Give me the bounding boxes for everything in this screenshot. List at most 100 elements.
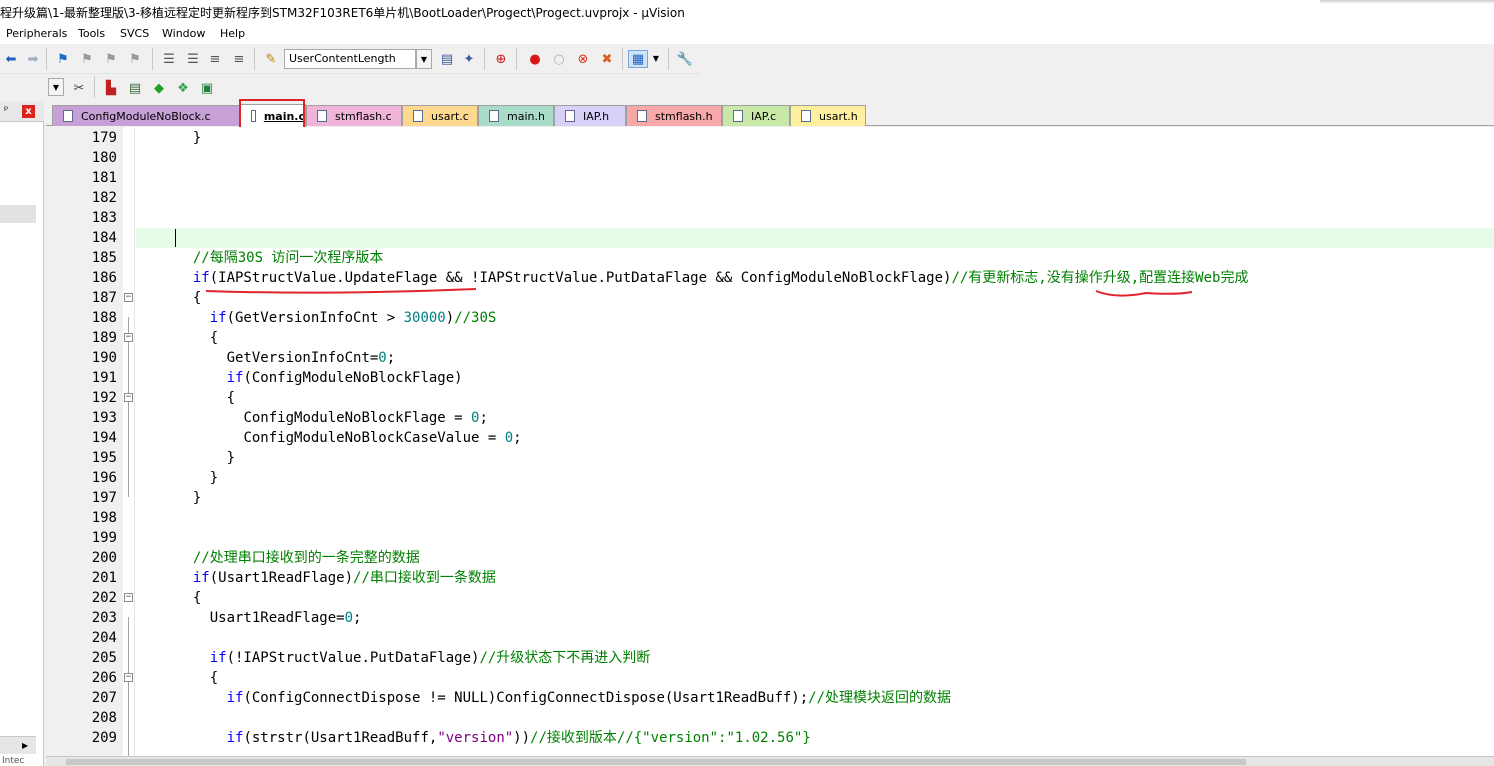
panel-bottom-tab[interactable]: Intec xyxy=(2,756,24,766)
configure-icon[interactable]: 🔧 xyxy=(676,50,694,68)
target-options-icon[interactable]: ✂ xyxy=(70,79,88,97)
menu-tools[interactable]: Tools xyxy=(78,27,105,40)
file-icon xyxy=(63,110,73,122)
line-number: 191 xyxy=(91,370,117,386)
line-number: 203 xyxy=(91,610,117,626)
disable-all-breakpoints-icon[interactable]: ⊗ xyxy=(574,50,592,68)
line-number: 194 xyxy=(91,430,117,446)
code-line: Usart1ReadFlage=0; xyxy=(209,610,362,626)
code-line: if(strstr(Usart1ReadBuff,"version"))//接收… xyxy=(226,730,811,746)
line-number: 193 xyxy=(91,410,117,426)
title-bar-shade xyxy=(1320,0,1494,4)
line-number: 198 xyxy=(91,510,117,526)
enable-breakpoint-icon[interactable]: ○ xyxy=(550,50,568,68)
selected-tree-item[interactable] xyxy=(0,205,36,223)
navigate-back-icon[interactable]: ⬅ xyxy=(2,50,20,68)
project-panel: ᵖ x ▶ Intec xyxy=(0,102,44,766)
chevron-down-icon[interactable]: ▼ xyxy=(650,50,662,68)
scrollbar-thumb[interactable] xyxy=(66,759,1246,765)
line-number: 206 xyxy=(91,670,117,686)
code-line: if(ConfigConnectDispose != NULL)ConfigCo… xyxy=(226,690,952,706)
file-icon xyxy=(801,110,811,122)
title-bar: 程升级篇\1-最新整理版\3-移植远程定时更新程序到STM32F103RET6单… xyxy=(0,0,1494,24)
file-icon xyxy=(565,110,575,122)
file-icon xyxy=(637,110,647,122)
incremental-find-icon[interactable]: ✦ xyxy=(460,50,478,68)
uncomment-icon[interactable]: ≡ xyxy=(230,50,248,68)
tab-main-h[interactable]: main.h xyxy=(478,105,554,126)
fold-guide xyxy=(128,317,129,497)
find-in-files-icon[interactable]: ✎ xyxy=(262,50,280,68)
red-underline-annotation xyxy=(205,288,1193,297)
kill-all-breakpoints-icon[interactable]: ✖ xyxy=(598,50,616,68)
find-icon[interactable]: ▤ xyxy=(438,50,456,68)
bookmark-prev-icon[interactable]: ⚑ xyxy=(78,50,96,68)
file-icon xyxy=(733,110,743,122)
bookmark-toggle-icon[interactable]: ⚑ xyxy=(54,50,72,68)
code-line: { xyxy=(192,590,202,606)
line-number: 192 xyxy=(91,390,117,406)
navigate-forward-icon[interactable]: ➡ xyxy=(24,50,42,68)
scroll-right-icon[interactable]: ▶ xyxy=(22,741,28,750)
code-line: } xyxy=(209,470,219,486)
insert-breakpoint-icon[interactable]: ● xyxy=(526,50,544,68)
tab-usart-h[interactable]: usart.h xyxy=(790,105,866,126)
editor-horizontal-scrollbar[interactable] xyxy=(46,756,1494,766)
tab-usart-c[interactable]: usart.c xyxy=(402,105,478,126)
line-number: 209 xyxy=(91,730,117,746)
target-combo[interactable]: UserContentLength xyxy=(284,49,416,69)
debug-session-icon[interactable]: ⊕ xyxy=(492,50,510,68)
fold-toggle-icon[interactable]: − xyxy=(124,673,133,682)
code-line: GetVersionInfoCnt=0; xyxy=(226,350,396,366)
menu-help[interactable]: Help xyxy=(220,27,245,40)
select-packs-icon[interactable]: ▤ xyxy=(126,79,144,97)
menu-svcs[interactable]: SVCS xyxy=(120,27,149,40)
code-line: //处理串口接收到的一条完整的数据 xyxy=(192,550,420,566)
tab-stmflash-h[interactable]: stmflash.h xyxy=(626,105,722,126)
code-line: ConfigModuleNoBlockCaseValue = 0; xyxy=(243,430,522,446)
code-line: { xyxy=(226,390,236,406)
menu-window[interactable]: Window xyxy=(162,27,205,40)
file-icon xyxy=(413,110,423,122)
unindent-icon[interactable]: ☰ xyxy=(184,50,202,68)
tab-iap-h[interactable]: IAP.h xyxy=(554,105,626,126)
line-number: 199 xyxy=(91,530,117,546)
pack-installer-icon[interactable]: ❖ xyxy=(174,79,192,97)
indent-icon[interactable]: ☰ xyxy=(160,50,178,68)
fold-toggle-icon[interactable]: − xyxy=(124,333,133,342)
menu-bar: Peripherals Tools SVCS Window Help xyxy=(0,24,1494,44)
menu-peripherals[interactable]: Peripherals xyxy=(6,27,67,40)
panel-horizontal-scrollbar[interactable]: ▶ xyxy=(0,736,36,754)
line-number: 190 xyxy=(91,350,117,366)
bookmark-clear-icon[interactable]: ⚑ xyxy=(126,50,144,68)
fold-toggle-icon[interactable]: − xyxy=(124,393,133,402)
line-number: 205 xyxy=(91,650,117,666)
line-number: 204 xyxy=(91,630,117,646)
line-number: 197 xyxy=(91,490,117,506)
comment-icon[interactable]: ≡ xyxy=(206,50,224,68)
chevron-down-icon[interactable]: ▼ xyxy=(48,78,64,96)
pin-icon[interactable]: ᵖ xyxy=(4,105,8,116)
tab-configmodulenoblock-c[interactable]: ConfigModuleNoBlock.c xyxy=(52,105,240,126)
fold-toggle-icon[interactable]: − xyxy=(124,593,133,602)
bookmark-next-icon[interactable]: ⚑ xyxy=(102,50,120,68)
software-packs-icon[interactable]: ▣ xyxy=(198,79,216,97)
line-number: 202 xyxy=(91,590,117,606)
code-line: if(!IAPStructValue.PutDataFlage)//升级状态下不… xyxy=(209,650,651,666)
code-line: } xyxy=(192,490,202,506)
manage-run-time-icon[interactable]: ◆ xyxy=(150,79,168,97)
manage-project-items-icon[interactable]: ▙ xyxy=(102,79,120,97)
code-editor[interactable]: 179 180 181 182 183 184 185 186 187 188 … xyxy=(46,127,1494,766)
window-layout-icon[interactable]: ▦ xyxy=(628,50,648,68)
main-toolbar: ⬅ ➡ ⚑ ⚑ ⚑ ⚑ ☰ ☰ ≡ ≡ ✎ UserContentLength … xyxy=(0,44,700,74)
tab-stmflash-c[interactable]: stmflash.c xyxy=(306,105,402,126)
close-icon[interactable]: x xyxy=(22,105,35,118)
line-number: 208 xyxy=(91,710,117,726)
code-line: ConfigModuleNoBlockFlage = 0; xyxy=(243,410,488,426)
chevron-down-icon[interactable]: ▼ xyxy=(416,49,432,69)
file-icon xyxy=(317,110,327,122)
tab-iap-c[interactable]: IAP.c xyxy=(722,105,790,126)
line-number: 200 xyxy=(91,550,117,566)
file-icon xyxy=(489,110,499,122)
code-line: { xyxy=(209,330,219,346)
